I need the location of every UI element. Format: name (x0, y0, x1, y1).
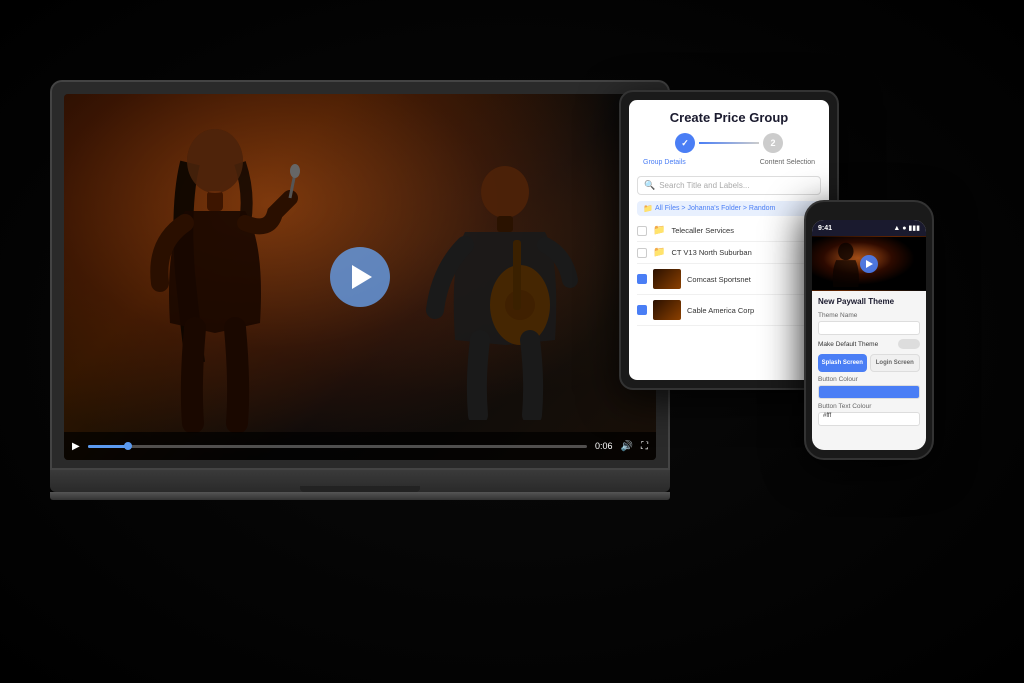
step-1-check: ✓ (681, 138, 689, 149)
video-controls: ▶ 0:06 🔊 ⛶ (64, 432, 656, 460)
phone-play-button[interactable] (860, 255, 878, 273)
time-display: 0:06 (595, 441, 613, 451)
video-content: ▶ 0:06 🔊 ⛶ (64, 94, 656, 460)
tablet-header: Create Price Group ✓ 2 Group Details Con… (629, 100, 829, 176)
thumb-image-4 (653, 300, 681, 320)
folder-icon-2: 📁 (653, 247, 665, 258)
progress-dot (124, 442, 132, 450)
file-name-1: Telecaller Services (671, 226, 821, 235)
file-list: 📁 Telecaller Services 📁 CT V13 North Sub… (629, 220, 829, 380)
login-screen-tab[interactable]: Login Screen (870, 354, 921, 372)
laptop-body: ▶ 0:06 🔊 ⛶ (50, 80, 670, 470)
fullscreen-icon[interactable]: ⛶ (641, 441, 648, 452)
button-colour-label: Button Colour (818, 376, 920, 383)
laptop: ▶ 0:06 🔊 ⛶ (50, 80, 670, 500)
theme-name-label: Theme Name (818, 312, 920, 319)
button-colour-section: Button Colour (818, 376, 920, 399)
file-thumbnail-4 (653, 300, 681, 320)
splash-screen-tab[interactable]: Splash Screen (818, 354, 867, 372)
file-item-1[interactable]: 📁 Telecaller Services (637, 220, 821, 242)
tablet-title: Create Price Group (639, 110, 819, 125)
default-theme-toggle-row: Make Default Theme (818, 339, 920, 349)
laptop-screen: ▶ 0:06 🔊 ⛶ (64, 94, 656, 460)
file-thumbnail-3 (653, 269, 681, 289)
step-1-label: Group Details (643, 159, 686, 166)
play-button[interactable] (330, 247, 390, 307)
default-theme-label: Make Default Theme (818, 341, 878, 348)
button-text-colour-label: Button Text Colour (818, 403, 920, 410)
file-checkbox-2[interactable] (637, 248, 647, 258)
progress-bar[interactable] (88, 445, 587, 448)
file-checkbox-3[interactable] (637, 274, 647, 284)
phone-video-thumbnail (812, 236, 926, 291)
button-text-colour-section: Button Text Colour #fff (818, 403, 920, 426)
phone-screen: 9:41 ▲ ● ▮▮▮ (812, 220, 926, 450)
folder-icon-1: 📁 (653, 225, 665, 236)
play-icon (352, 265, 372, 289)
file-name-3: Comcast Sportsnet (687, 275, 821, 284)
step-2-circle: 2 (763, 133, 783, 153)
phone-status-icons: ▲ ● ▮▮▮ (893, 224, 920, 232)
breadcrumb-icon: 📁 (643, 204, 653, 213)
default-theme-toggle[interactable] (898, 339, 920, 349)
tablet-stepper: ✓ 2 (639, 133, 819, 153)
file-item-2[interactable]: 📁 CT V13 North Suburban (637, 242, 821, 264)
step-2-number: 2 (770, 138, 775, 148)
phone-notch (849, 210, 889, 216)
theme-name-input[interactable] (818, 321, 920, 335)
breadcrumb-row: 📁 All Files > Johanna's Folder > Random (637, 201, 821, 216)
progress-fill (88, 445, 128, 448)
search-placeholder: Search Title and Labels... (659, 181, 814, 190)
laptop-stand (50, 492, 670, 500)
phone-form: New Paywall Theme Theme Name Make Defaul… (812, 291, 926, 436)
phone-time: 9:41 (818, 225, 832, 232)
phone-play-icon (866, 260, 873, 268)
search-icon: 🔍 (644, 180, 655, 191)
button-colour-swatch[interactable] (818, 385, 920, 399)
step-line (699, 142, 759, 144)
file-name-2: CT V13 North Suburban (671, 248, 821, 257)
singer-figure (135, 123, 315, 433)
tablet-search-bar[interactable]: 🔍 Search Title and Labels... (637, 176, 821, 195)
file-item-4[interactable]: Cable America Corp (637, 295, 821, 326)
step-2-label: Content Selection (760, 159, 815, 166)
phone-status-bar: 9:41 ▲ ● ▮▮▮ (812, 220, 926, 236)
file-checkbox-1[interactable] (637, 226, 647, 236)
file-checkbox-4[interactable] (637, 305, 647, 315)
phone-section-title: New Paywall Theme (818, 297, 920, 306)
file-item-3[interactable]: Comcast Sportsnet (637, 264, 821, 295)
screen-tab-row: Splash Screen Login Screen (818, 354, 920, 372)
volume-icon[interactable]: 🔊 (621, 441, 633, 452)
breadcrumb-text: All Files > Johanna's Folder > Random (655, 205, 775, 212)
button-text-colour-input[interactable]: #fff (818, 412, 920, 426)
laptop-base (50, 470, 670, 492)
step-1-circle: ✓ (675, 133, 695, 153)
file-name-4: Cable America Corp (687, 306, 821, 315)
guitarist-figure (425, 160, 585, 420)
tablet-screen: Create Price Group ✓ 2 Group Details Con… (629, 100, 829, 380)
thumb-image-3 (653, 269, 681, 289)
play-pause-button[interactable]: ▶ (72, 441, 80, 452)
step-labels: Group Details Content Selection (639, 159, 819, 166)
phone: 9:41 ▲ ● ▮▮▮ (804, 200, 934, 460)
